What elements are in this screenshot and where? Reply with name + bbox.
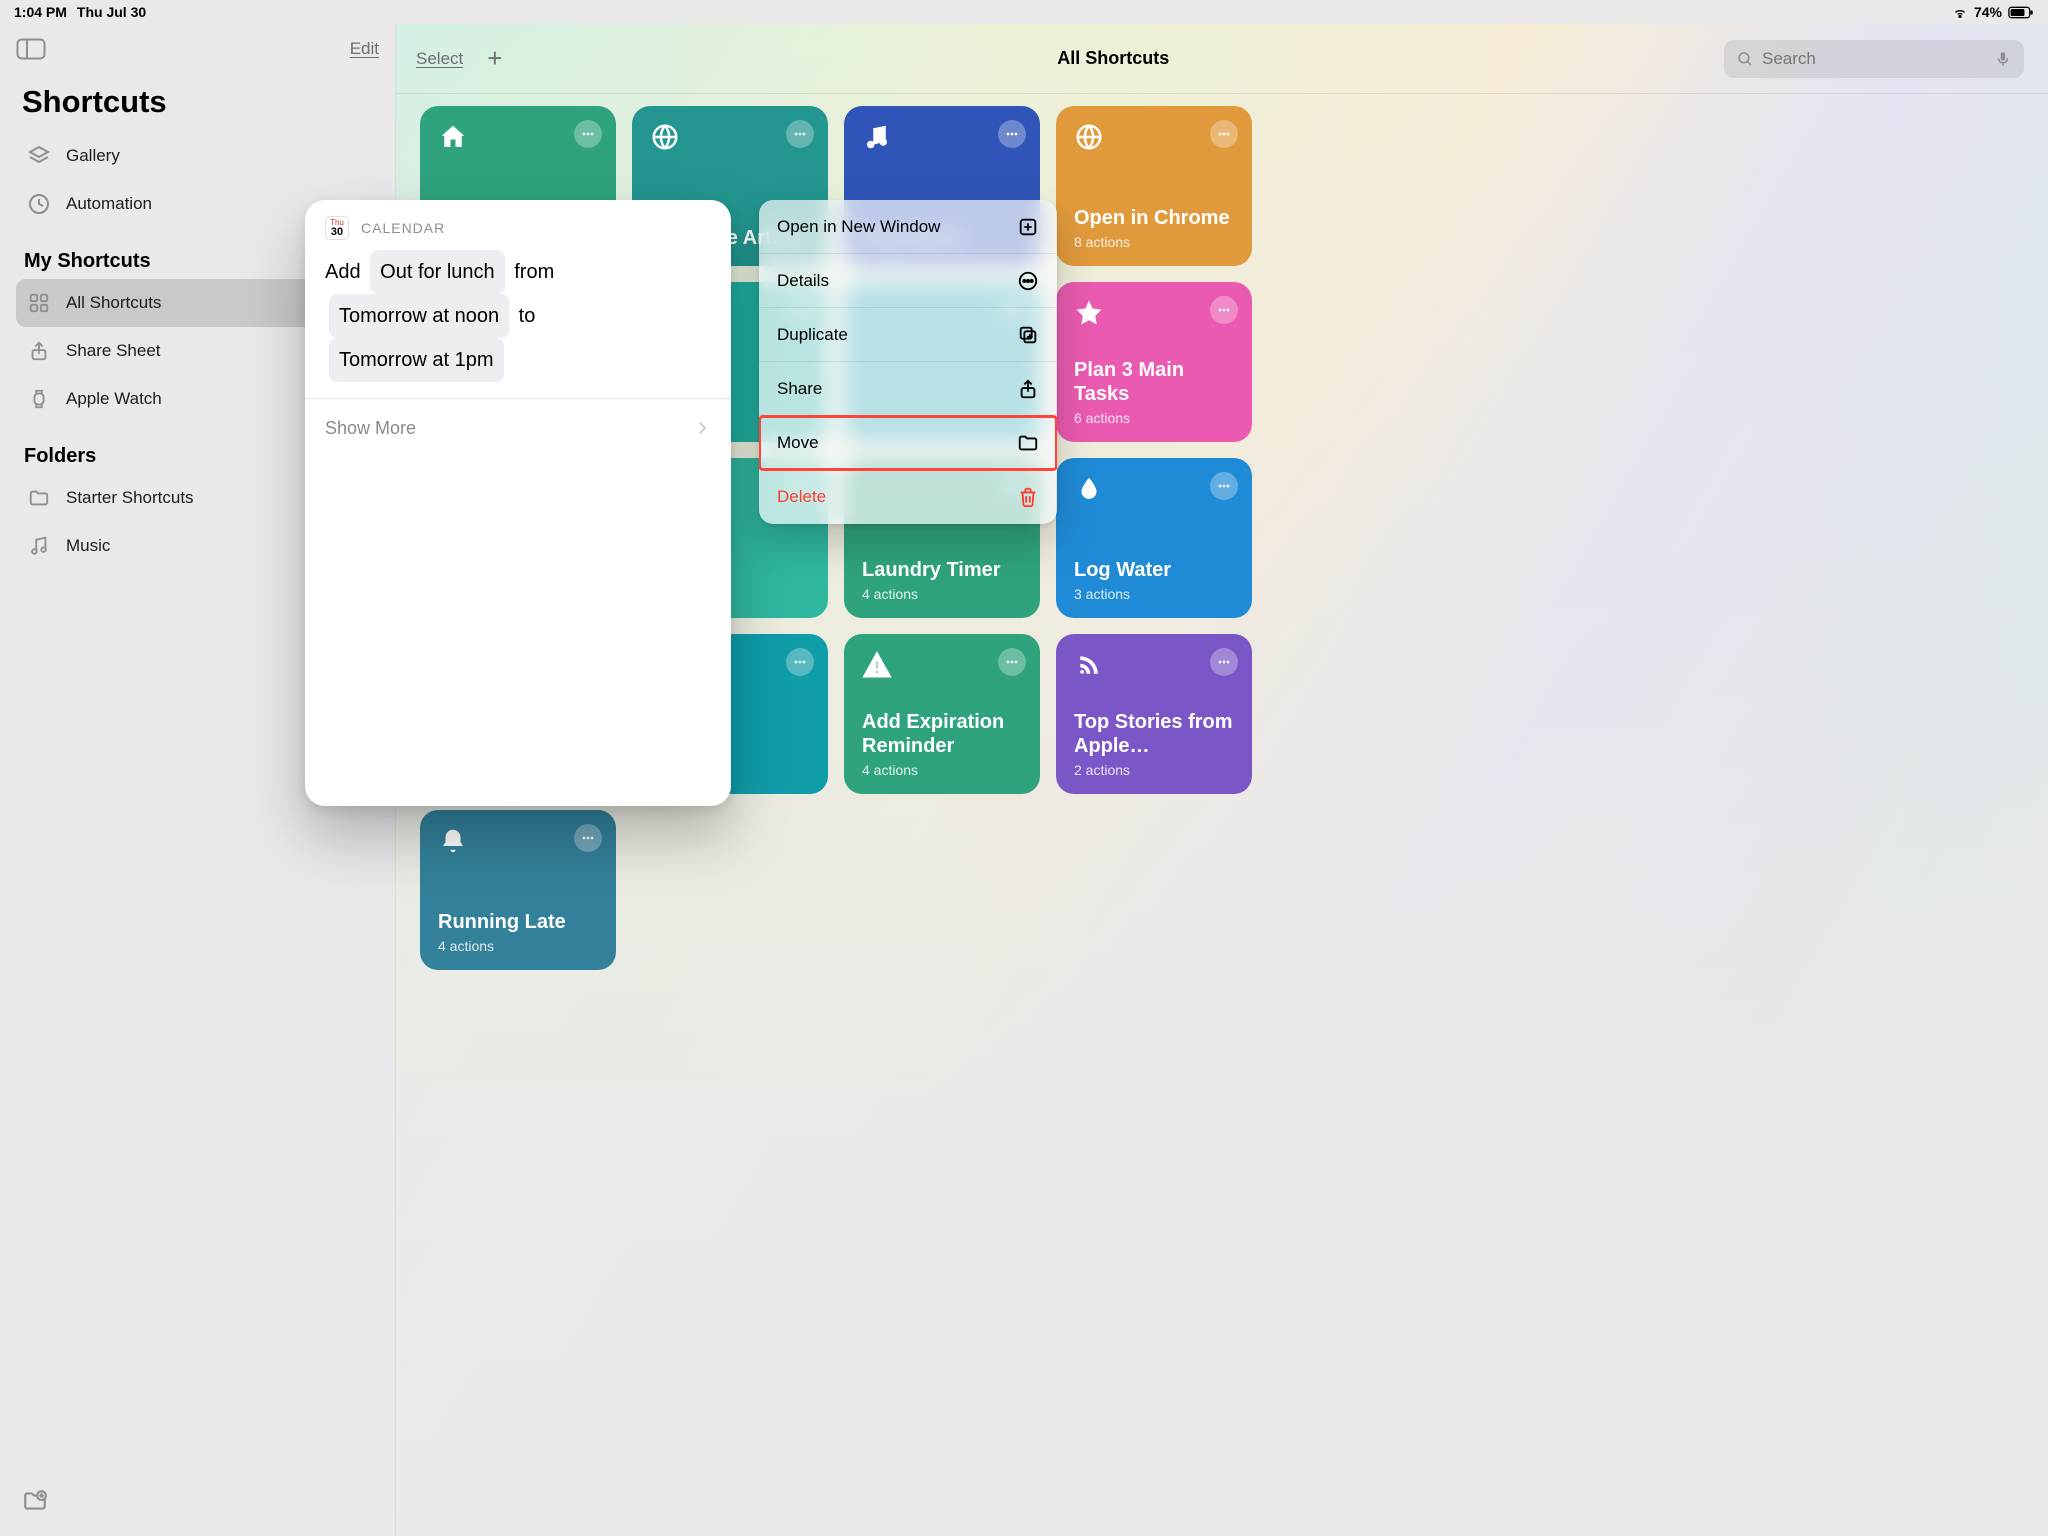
sidebar-item-label: Apple Watch [66,389,162,409]
tile-more-button[interactable] [786,648,814,676]
tile-title: Open in Chrome [1074,206,1234,230]
main-toolbar: Select + All Shortcuts [396,24,2048,94]
status-bar: 1:04 PM Thu Jul 30 74% [0,0,2048,24]
popover-token-start[interactable]: Tomorrow at noon [329,294,509,338]
wifi-icon [1952,4,1968,20]
sidebar-item-label: Share Sheet [66,341,161,361]
tile-title: Laundry Timer [862,558,1022,582]
context-menu-item-label: Duplicate [777,325,848,345]
context-menu-item-move[interactable]: Move [759,416,1057,470]
tile-title: Plan 3 Main Tasks [1074,358,1234,406]
sidebar-title: Shortcuts [16,84,379,120]
chevron-right-icon [693,419,711,437]
context-menu-item-label: Delete [777,487,826,507]
tile-more-button[interactable] [1210,648,1238,676]
sidebar-toggle-icon[interactable] [16,38,46,60]
tile-more-button[interactable] [1210,120,1238,148]
tile-subtitle: 3 actions [1074,586,1234,602]
context-menu-item-share[interactable]: Share [759,362,1057,416]
context-menu-item-label: Open in New Window [777,217,940,237]
popover-text: to [519,305,536,327]
tile-title: Top Stories from Apple… [1074,710,1234,758]
mic-icon[interactable] [1994,50,2012,68]
add-shortcut-button[interactable]: + [487,43,502,74]
search-field[interactable] [1724,40,2024,78]
show-more-button[interactable]: Show More [305,399,731,457]
tile-subtitle: 6 actions [1074,410,1234,426]
nav-automation-label: Automation [66,194,152,214]
automation-icon [26,191,52,217]
tile-more-button[interactable] [786,120,814,148]
trash-icon [1017,486,1039,508]
tile-subtitle: 8 actions [1074,234,1234,250]
tile-subtitle: 4 actions [862,586,1022,602]
context-menu-item-duplicate[interactable]: Duplicate [759,308,1057,362]
search-input[interactable] [1762,49,1986,69]
folder-label: Starter Shortcuts [66,488,194,508]
battery-icon [2008,6,2034,19]
show-more-label: Show More [325,418,416,439]
nav-gallery-label: Gallery [66,146,120,166]
context-menu-item-label: Share [777,379,822,399]
gallery-icon [26,143,52,169]
context-menu-item-open-in-new-window[interactable]: Open in New Window [759,200,1057,254]
tile-subtitle: 4 actions [438,938,598,954]
shortcut-tile[interactable]: Running Late 4 actions [420,810,616,970]
select-button[interactable]: Select [416,49,463,69]
tile-more-button[interactable] [998,648,1026,676]
shortcut-tile[interactable]: Add Expiration Reminder 4 actions [844,634,1040,794]
folder-icon [26,485,52,511]
context-menu: Open in New Window Details Duplicate Share M… [759,200,1057,524]
status-battery-percent: 74% [1974,4,2002,20]
calendar-icon: Thu 30 [325,216,349,240]
context-menu-item-delete[interactable]: Delete [759,470,1057,524]
context-menu-item-label: Details [777,271,829,291]
tile-more-button[interactable] [574,120,602,148]
tile-subtitle: 4 actions [862,762,1022,778]
plus-square-icon [1017,216,1039,238]
status-time: 1:04 PM [14,4,67,20]
tile-more-button[interactable] [574,824,602,852]
status-date: Thu Jul 30 [77,4,146,20]
search-icon [1736,50,1754,68]
share-icon [1017,378,1039,400]
page-title: All Shortcuts [522,48,1704,69]
popover-body: Add Out for lunch from Tomorrow at noon … [305,246,731,398]
cal-day-num: 30 [331,227,343,238]
folder-icon [1017,432,1039,454]
popover-token-title[interactable]: Out for lunch [370,250,505,294]
context-menu-item-label: Move [777,433,819,453]
shortcut-tile[interactable]: Top Stories from Apple… 2 actions [1056,634,1252,794]
tile-title: Add Expiration Reminder [862,710,1022,758]
tile-title: Log Water [1074,558,1234,582]
tile-more-button[interactable] [998,120,1026,148]
popover-app-label: CALENDAR [361,220,445,236]
music-icon [26,533,52,559]
tile-subtitle: 2 actions [1074,762,1234,778]
nav-gallery[interactable]: Gallery [16,132,379,180]
shortcut-tile[interactable]: Plan 3 Main Tasks 6 actions [1056,282,1252,442]
shortcut-preview-popover: Thu 30 CALENDAR Add Out for lunch from T… [305,200,731,806]
popover-text: from [514,261,554,283]
popover-text: Add [325,261,361,283]
duplicate-icon [1017,324,1039,346]
tile-title: Running Late [438,910,598,934]
share-icon [26,338,52,364]
shortcut-tile[interactable]: Open in Chrome 8 actions [1056,106,1252,266]
edit-button[interactable]: Edit [350,39,379,59]
watch-icon [26,386,52,412]
popover-token-end[interactable]: Tomorrow at 1pm [329,338,504,382]
context-menu-item-details[interactable]: Details [759,254,1057,308]
ellipsis-circle-icon [1017,270,1039,292]
shortcut-tile[interactable]: Log Water 3 actions [1056,458,1252,618]
sidebar-item-label: All Shortcuts [66,293,161,313]
add-folder-icon[interactable] [22,1488,373,1514]
tile-more-button[interactable] [1210,296,1238,324]
tile-more-button[interactable] [1210,472,1238,500]
folder-label: Music [66,536,110,556]
grid-icon [26,290,52,316]
